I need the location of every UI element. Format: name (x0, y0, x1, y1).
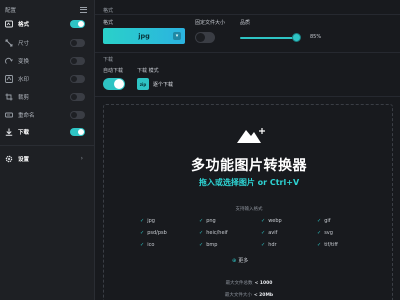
sidebar-title: 配置 (5, 8, 17, 14)
download-section-title: 下载 (103, 57, 114, 63)
download-mode-label: 下载 模式 (137, 68, 159, 74)
check-icon: ✓ (317, 242, 322, 248)
sidebar-item-resize[interactable]: 尺寸 (0, 34, 95, 51)
quality-slider-handle[interactable] (291, 33, 301, 42)
drop-hint: 拖入或选择图片 or Ctrl+V (198, 178, 300, 187)
check-icon: ✓ (317, 230, 322, 236)
check-icon: ✓ (261, 230, 266, 236)
download-toggle[interactable] (70, 127, 85, 136)
zip-mode-button[interactable]: zip (137, 78, 149, 90)
sidebar-item-download[interactable]: 下载 (0, 123, 95, 140)
format-item: ✓ png (199, 218, 216, 224)
section-divider (95, 96, 400, 97)
format-item: ✓ ico (140, 242, 155, 248)
format-label: 格式 (103, 20, 114, 26)
sidebar-item-watermark[interactable]: 水印 (0, 70, 95, 87)
resize-icon (5, 39, 13, 47)
mountain-logo-icon (237, 128, 265, 143)
sidebar-item-label: 下载 (18, 129, 30, 136)
single-download-option[interactable]: 逐个下载 (153, 81, 173, 88)
max-file-size: 最大文件大小 < 20Mb (224, 293, 274, 298)
sidebar-item-label: 变换 (18, 58, 30, 65)
check-icon: ✓ (140, 242, 145, 248)
check-icon: ✓ (140, 218, 145, 224)
quality-slider-fill (240, 37, 297, 39)
rename-icon (5, 111, 13, 119)
format-item: ✓ jpg (140, 218, 155, 224)
check-icon: ✓ (317, 218, 322, 224)
format-item: ✓ webp (261, 218, 282, 224)
sidebar-divider (0, 145, 95, 146)
fixed-size-label: 固定文件大小 (195, 20, 226, 26)
download-icon (5, 128, 13, 136)
max-file-count: 最大文件总数 < 1000 (225, 281, 273, 286)
crop-toggle[interactable] (70, 92, 85, 101)
check-icon: ✓ (140, 230, 145, 236)
format-select[interactable]: jpg ▾ (103, 28, 185, 44)
format-toggle[interactable] (70, 19, 85, 28)
sidebar-item-label: 设置 (18, 156, 30, 163)
format-item: ✓ svg (317, 230, 333, 236)
more-icon: ⊕ (232, 258, 237, 264)
check-icon: ✓ (199, 218, 204, 224)
transform-icon (5, 57, 13, 65)
auto-download-toggle[interactable] (103, 78, 125, 90)
sidebar: 配置 格式 尺寸 变换 水印 裁剪 重命名 下载 设置 › (0, 0, 95, 300)
main-panel: 格式 格式 jpg ▾ 固定文件大小 品质 85% 下载 自动下载 下载 模式 … (95, 0, 400, 300)
format-item: ✓ bmp (199, 242, 218, 248)
app-title: 多功能图片转换器 (191, 158, 307, 174)
chevron-right-icon: › (80, 155, 83, 162)
sidebar-item-label: 格式 (18, 21, 30, 28)
format-item: ✓ heic/heif (199, 230, 228, 236)
check-icon: ✓ (199, 242, 204, 248)
section-divider (95, 14, 400, 15)
sidebar-header: 配置 (5, 5, 90, 15)
format-select-value: jpg (138, 32, 150, 40)
rename-toggle[interactable] (70, 110, 85, 119)
format-item: ✓ gif (317, 218, 331, 224)
sidebar-item-format[interactable]: 格式 (0, 15, 95, 32)
sidebar-item-label: 重命名 (18, 112, 35, 119)
check-icon: ✓ (199, 230, 204, 236)
quality-label: 品质 (240, 20, 251, 26)
format-item: ✓ psd/psb (140, 230, 167, 236)
sidebar-item-transform[interactable]: 变换 (0, 52, 95, 69)
format-item: ✓ tif/tiff (317, 242, 338, 248)
chevron-down-icon: ▾ (173, 32, 181, 40)
check-icon: ✓ (261, 242, 266, 248)
format-item: ✓ avif (261, 230, 278, 236)
format-section-title: 格式 (103, 8, 114, 14)
watermark-toggle[interactable] (70, 74, 85, 83)
crop-icon (5, 93, 13, 101)
resize-toggle[interactable] (70, 38, 85, 47)
transform-toggle[interactable] (70, 56, 85, 65)
quality-value: 85% (310, 34, 322, 40)
menu-icon[interactable] (80, 5, 88, 13)
check-icon: ✓ (261, 218, 266, 224)
format-item: ✓ hdr (261, 242, 277, 248)
more-formats-button[interactable]: ⊕ 更多 (232, 257, 248, 264)
sidebar-item-rename[interactable]: 重命名 (0, 106, 95, 123)
image-drop-zone[interactable]: 多功能图片转换器 拖入或选择图片 or Ctrl+V 支持输入格式 ✓ jpg ✓… (103, 104, 393, 300)
supported-formats-label: 支持输入格式 (235, 207, 263, 212)
format-icon (5, 20, 13, 28)
section-divider (95, 52, 400, 53)
sidebar-item-label: 水印 (18, 76, 30, 83)
sidebar-item-settings[interactable]: 设置 › (0, 150, 95, 167)
auto-download-label: 自动下载 (103, 68, 124, 74)
gear-icon (5, 155, 13, 163)
watermark-icon (5, 74, 13, 83)
sidebar-item-crop[interactable]: 裁剪 (0, 88, 95, 105)
sidebar-item-label: 裁剪 (18, 94, 30, 101)
fixed-size-toggle[interactable] (195, 32, 215, 43)
sidebar-item-label: 尺寸 (18, 40, 30, 47)
